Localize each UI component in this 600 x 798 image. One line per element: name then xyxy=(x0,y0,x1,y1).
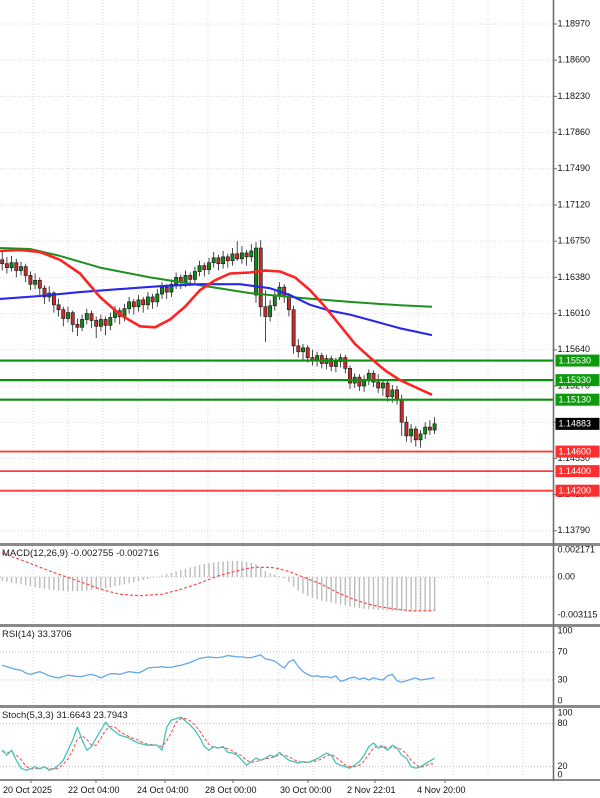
svg-text:28 Oct 00:00: 28 Oct 00:00 xyxy=(205,785,257,795)
svg-text:22 Oct 04:00: 22 Oct 04:00 xyxy=(68,785,120,795)
svg-text:1.15330: 1.15330 xyxy=(559,375,592,385)
svg-text:1.18600: 1.18600 xyxy=(558,55,591,65)
svg-text:1.14600: 1.14600 xyxy=(559,446,592,456)
resistance-price-badge: 1.15530 xyxy=(556,355,600,367)
macd-indicator-label: MACD(12,26,9) -0.002755 -0.002716 xyxy=(2,548,159,559)
candles-layer xyxy=(1,240,437,447)
svg-text:1.15130: 1.15130 xyxy=(559,395,592,405)
svg-text:24 Oct 04:00: 24 Oct 04:00 xyxy=(137,785,189,795)
svg-text:1.15530: 1.15530 xyxy=(559,355,592,365)
svg-text:0.002171: 0.002171 xyxy=(558,545,596,555)
svg-text:4 Nov 20:00: 4 Nov 20:00 xyxy=(417,785,466,795)
stoch-indicator-label: Stoch(5,3,3) 31.6643 23.7943 xyxy=(2,710,128,721)
svg-text:1.16380: 1.16380 xyxy=(558,272,591,282)
svg-text:1.13790: 1.13790 xyxy=(558,525,591,535)
support-price-badge: 1.14600 xyxy=(556,446,600,458)
rsi-line xyxy=(2,655,434,682)
level-lines xyxy=(0,361,554,491)
time-axis: 20 Oct 2025 22 Oct 04:00 24 Oct 04:00 28 Oc… xyxy=(3,779,466,795)
rsi-indicator-label: RSI(14) 33.3706 xyxy=(2,629,72,640)
svg-text:2 Nov 22:01: 2 Nov 22:01 xyxy=(347,785,396,795)
support-price-badge: 1.14200 xyxy=(556,485,600,497)
svg-text:1.18230: 1.18230 xyxy=(558,91,591,101)
svg-text:0: 0 xyxy=(558,769,563,779)
svg-text:1.16010: 1.16010 xyxy=(558,308,591,318)
resistance-price-badge: 1.15330 xyxy=(556,374,600,386)
macd-signal-line xyxy=(2,553,434,611)
svg-text:1.15640: 1.15640 xyxy=(558,344,591,354)
svg-text:1.18970: 1.18970 xyxy=(558,18,591,28)
stoch-k-line xyxy=(2,717,434,770)
svg-text:30 Oct 00:00: 30 Oct 00:00 xyxy=(280,785,332,795)
support-price-badge: 1.14400 xyxy=(556,465,600,477)
svg-text:70: 70 xyxy=(558,646,568,656)
rsi-panel xyxy=(2,655,434,682)
svg-text:30: 30 xyxy=(558,674,568,684)
svg-text:1.14200: 1.14200 xyxy=(559,486,592,496)
price-badges: 1.15530 1.15330 1.15130 1.14600 1.14400 1.142… xyxy=(556,355,600,497)
stoch-panel xyxy=(2,717,434,770)
resistance-price-badge: 1.15130 xyxy=(556,394,600,406)
current-price-badge: 1.14883 xyxy=(556,418,600,430)
svg-text:100: 100 xyxy=(558,707,573,717)
svg-text:1.16750: 1.16750 xyxy=(558,236,591,246)
mt4-chart-window: 1.18970 1.18600 1.18230 1.17860 1.17490 1.171… xyxy=(0,0,600,798)
svg-text:1.14883: 1.14883 xyxy=(559,419,592,429)
svg-text:100: 100 xyxy=(558,625,573,635)
chart-canvas[interactable]: 1.18970 1.18600 1.18230 1.17860 1.17490 1.171… xyxy=(0,0,600,798)
svg-text:1.17490: 1.17490 xyxy=(558,163,591,173)
svg-text:1.17120: 1.17120 xyxy=(558,199,591,209)
svg-text:1.17860: 1.17860 xyxy=(558,127,591,137)
price-axis: 1.18970 1.18600 1.18230 1.17860 1.17490 1.171… xyxy=(554,0,598,781)
svg-text:1.14400: 1.14400 xyxy=(559,466,592,476)
moving-averages xyxy=(0,248,432,395)
svg-text:0.00: 0.00 xyxy=(558,571,576,581)
macd-panel xyxy=(2,553,434,612)
svg-text:80: 80 xyxy=(558,718,568,728)
svg-text:0: 0 xyxy=(558,695,563,705)
stoch-d-line xyxy=(2,719,434,769)
svg-text:20 Oct 2025: 20 Oct 2025 xyxy=(3,785,52,795)
panel-separators xyxy=(0,543,600,781)
svg-text:-0.003115: -0.003115 xyxy=(558,610,598,620)
